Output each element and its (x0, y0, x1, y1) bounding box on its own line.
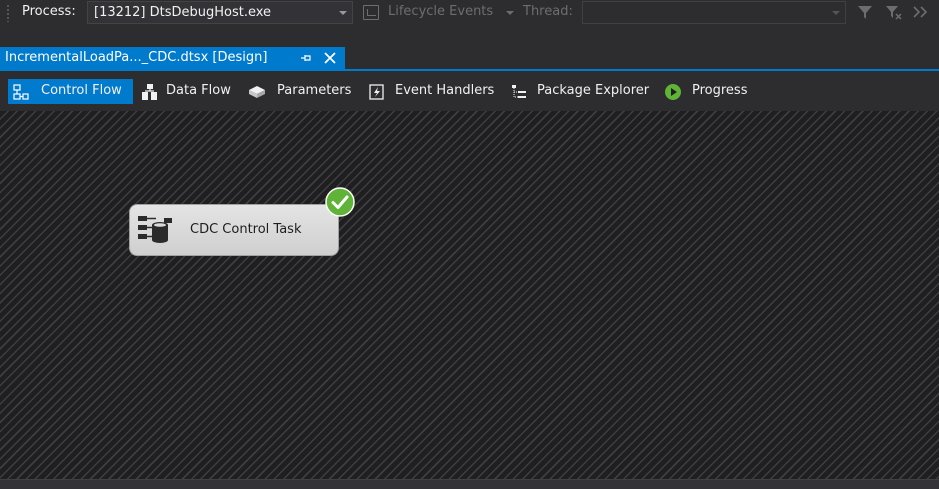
tab-label: Progress (692, 83, 748, 98)
document-tab-title: IncrementalLoadPa..._CDC.dtsx [Design] (5, 50, 268, 65)
package-explorer-icon (512, 85, 526, 98)
chevron-down-icon (506, 11, 514, 15)
tab-label: Package Explorer (537, 83, 650, 98)
debug-location-toolbar: Process: [13212] DtsDebugHost.exe Lifecy… (0, 0, 939, 26)
chevron-down-icon (832, 11, 840, 15)
tab-label: Data Flow (166, 83, 231, 98)
task-label: CDC Control Task (190, 222, 302, 237)
thread-dropdown[interactable] (582, 1, 846, 24)
status-bar (0, 479, 939, 489)
process-dropdown[interactable]: [13212] DtsDebugHost.exe (87, 1, 353, 24)
tab-label: Parameters (277, 83, 352, 98)
tab-control-flow[interactable]: Control Flow (8, 79, 133, 104)
lifecycle-events-button[interactable]: Lifecycle Events (363, 4, 515, 22)
tab-parameters[interactable]: Parameters (244, 79, 356, 104)
tab-label: Control Flow (41, 83, 122, 98)
document-tab-strip: IncrementalLoadPa..._CDC.dtsx [Design] (0, 26, 939, 71)
tab-label: Event Handlers (395, 83, 495, 98)
tab-event-handlers[interactable]: Event Handlers (364, 79, 498, 104)
tab-progress[interactable]: Progress (660, 79, 755, 104)
progress-icon (665, 84, 681, 100)
pin-icon[interactable] (299, 51, 313, 65)
toolbar-grip[interactable] (6, 4, 10, 22)
thread-label: Thread: (523, 4, 573, 19)
lifecycle-events-label: Lifecycle Events (388, 4, 494, 19)
success-check-icon (325, 187, 355, 217)
cdc-task-icon (138, 216, 172, 243)
data-flow-icon (142, 84, 157, 100)
filter-threads-icon[interactable] (884, 3, 902, 21)
chevron-down-icon (339, 11, 347, 15)
control-flow-design-surface[interactable] (0, 111, 939, 479)
document-tab[interactable]: IncrementalLoadPa..._CDC.dtsx [Design] (0, 47, 345, 69)
parameters-icon (249, 86, 265, 98)
tab-data-flow[interactable]: Data Flow (137, 79, 237, 104)
tab-package-explorer[interactable]: Package Explorer (506, 79, 652, 104)
lifecycle-events-icon (363, 5, 379, 20)
close-icon[interactable] (322, 50, 338, 66)
control-flow-icon (13, 84, 29, 100)
filter-icon[interactable] (856, 3, 874, 21)
process-value: [13212] DtsDebugHost.exe (94, 5, 272, 20)
process-label: Process: (22, 4, 76, 19)
event-handlers-icon (369, 84, 384, 100)
flag-threads-icon[interactable] (911, 3, 929, 21)
cdc-control-task[interactable]: CDC Control Task (129, 204, 339, 256)
designer-tab-bar: Control Flow Data Flow Parameters Event … (0, 71, 939, 111)
